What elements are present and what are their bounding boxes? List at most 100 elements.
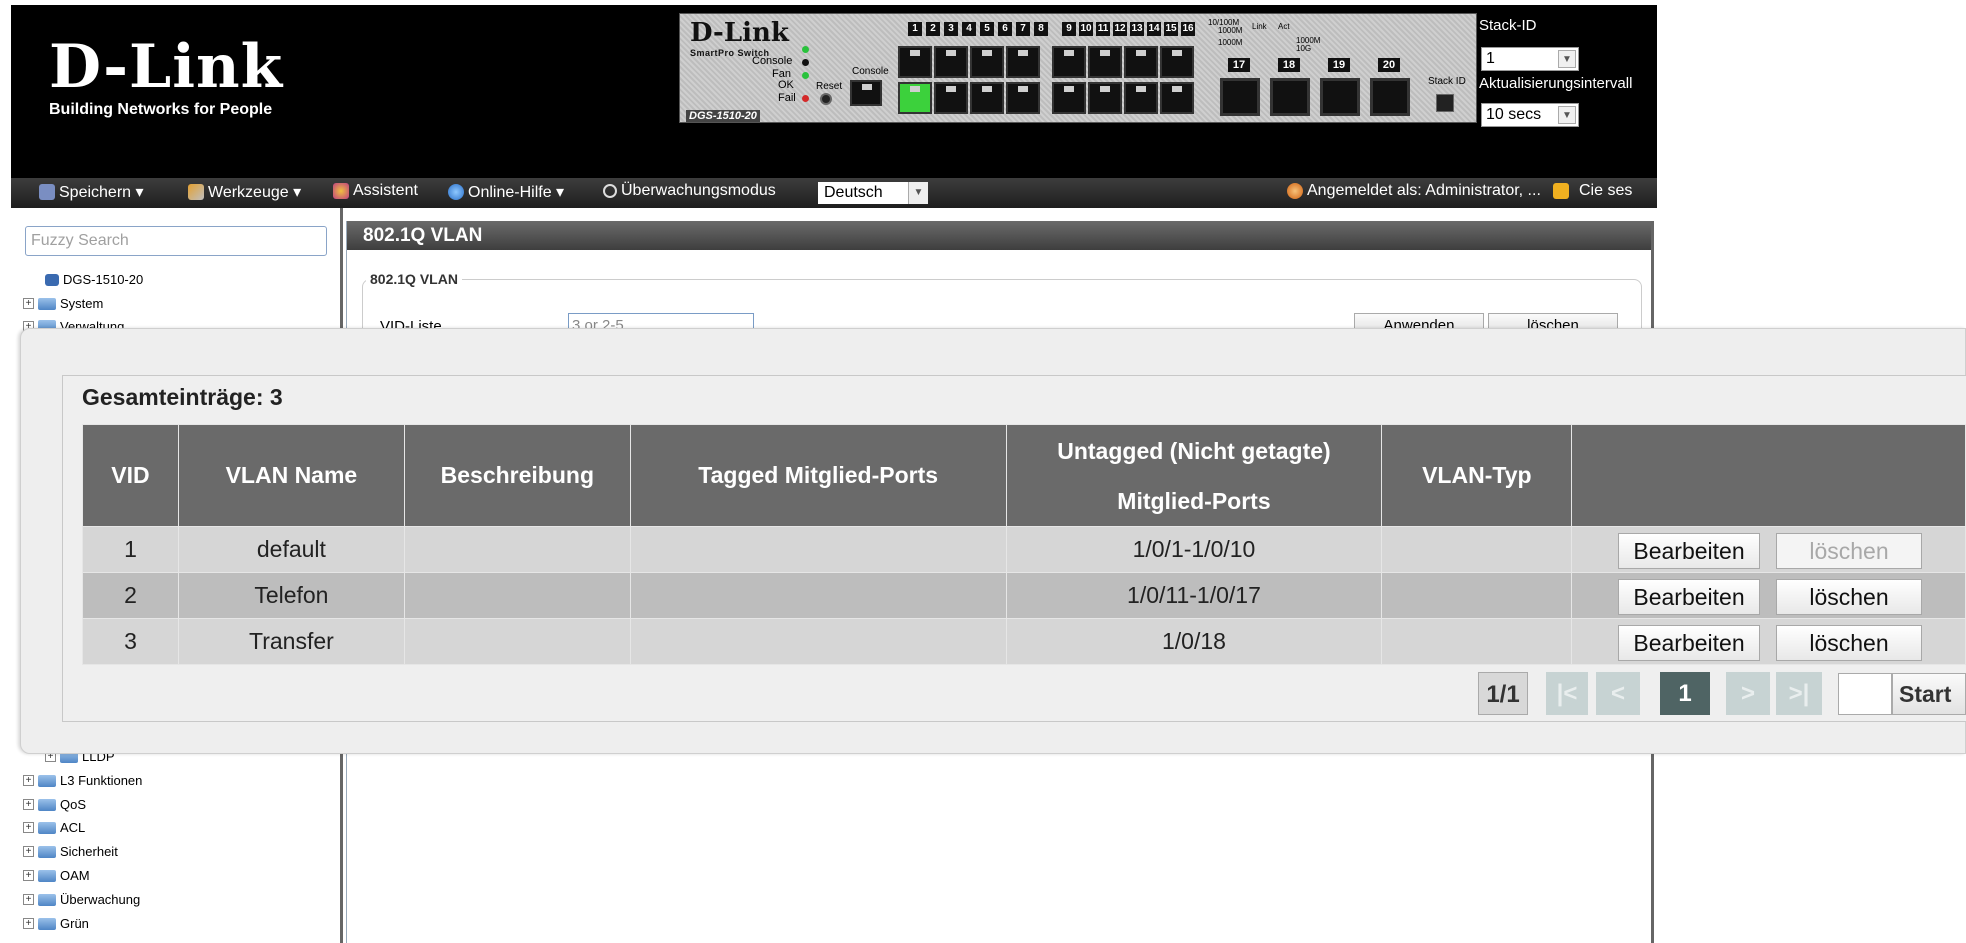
edit-button-row-1[interactable]: Bearbeiten: [1618, 533, 1760, 569]
port-num-16: 16: [1181, 22, 1195, 36]
col-untagged-line2: Mitglied-Ports: [1117, 487, 1271, 514]
tree-item-qos[interactable]: + QoS: [23, 797, 86, 812]
go-start-button[interactable]: Start: [1892, 673, 1966, 715]
cell-untagged: 1/0/18: [1005, 618, 1383, 665]
led-label-fail: Fail: [778, 92, 796, 104]
port-num-3: 3: [944, 22, 958, 36]
prev-page-button[interactable]: <: [1596, 672, 1640, 715]
expand-icon: +: [23, 918, 34, 929]
tree-device-label: DGS-1510-20: [63, 272, 144, 287]
edit-button-row-2[interactable]: Bearbeiten: [1618, 579, 1760, 615]
logged-in-info: Angemeldet als: Administrator, ...: [1287, 182, 1541, 200]
port-num-15: 15: [1164, 22, 1178, 36]
legend-sfp-speed-2: 10G: [1296, 44, 1312, 53]
next-page-button[interactable]: >: [1726, 672, 1770, 715]
delete-button-row-3[interactable]: löschen: [1776, 625, 1922, 661]
cell-untagged: 1/0/11-1/0/17: [1005, 572, 1383, 619]
port-num-4: 4: [962, 22, 976, 36]
port-num-9: 9: [1062, 22, 1076, 36]
language-select[interactable]: Deutsch ▼: [818, 182, 928, 204]
fan-led: [802, 72, 809, 79]
menu-wizard-label: Assistent: [353, 182, 418, 199]
cell-vid: 2: [82, 572, 179, 619]
cell-tagged: [629, 572, 1007, 619]
port-num-11: 11: [1096, 22, 1110, 36]
current-page-button[interactable]: 1: [1660, 672, 1710, 715]
folder-icon: [38, 893, 56, 906]
logged-in-label: Angemeldet als: Administrator, ...: [1307, 182, 1541, 199]
port-16: [1160, 82, 1194, 114]
dlink-logo: D-Link Building Networks for People: [49, 37, 283, 119]
first-page-button[interactable]: |<: [1546, 672, 1588, 715]
tree-label-system: System: [60, 296, 104, 311]
menu-online-help[interactable]: Online-Hilfe ▾: [448, 182, 564, 202]
port-11: [1088, 46, 1122, 78]
tree-device[interactable]: DGS-1510-20: [45, 272, 143, 287]
tree-item-security[interactable]: + Sicherheit: [23, 844, 118, 859]
menu-help-label: Online-Hilfe ▾: [468, 184, 565, 201]
page-title: 802.1Q VLAN: [347, 221, 1651, 250]
port-6: [970, 82, 1004, 114]
port-4: [934, 82, 968, 114]
folder-icon: [38, 297, 56, 310]
reset-button-icon: [820, 93, 832, 105]
cell-tagged: [629, 526, 1007, 573]
expand-icon: +: [23, 846, 34, 857]
sfp-num-17: 17: [1228, 58, 1250, 72]
logout-link[interactable]: Cie ses: [1553, 182, 1632, 200]
cell-tagged: [629, 618, 1007, 665]
port-7: [1006, 46, 1040, 78]
menu-bar: Speichern ▾ Werkzeuge ▾ Assistent Online…: [11, 178, 1657, 208]
folder-icon: [38, 917, 56, 930]
port-num-7: 7: [1016, 22, 1030, 36]
fuzzy-search-input[interactable]: Fuzzy Search: [25, 226, 327, 256]
port-num-14: 14: [1147, 22, 1161, 36]
sfp-num-19: 19: [1328, 58, 1350, 72]
tree-item-oam[interactable]: + OAM: [23, 868, 90, 883]
legend-speed-3: 1000M: [1218, 38, 1243, 47]
menu-wizard[interactable]: Assistent: [333, 182, 418, 200]
tree-label-acl: ACL: [60, 820, 86, 835]
power-led: [802, 46, 809, 53]
tree-item-acl[interactable]: + ACL: [23, 820, 85, 835]
sfp-port-18: [1270, 78, 1310, 116]
language-value: Deutsch: [824, 184, 883, 201]
refresh-interval-select[interactable]: 10 secs ▼: [1481, 103, 1579, 127]
stack-settings: Stack-ID 1 ▼ Aktualisierungsintervall 10…: [1477, 13, 1665, 127]
menu-tools[interactable]: Werkzeuge ▾: [188, 182, 301, 202]
tree-label-green: Grün: [60, 916, 89, 931]
menu-save[interactable]: Speichern ▾: [39, 182, 144, 202]
cell-description: [403, 618, 631, 665]
tree-item-green[interactable]: + Grün: [23, 916, 89, 931]
last-page-button[interactable]: >|: [1776, 672, 1822, 715]
led-label-console: Console: [752, 55, 793, 67]
stack-id-select[interactable]: 1 ▼: [1481, 47, 1579, 71]
monitor-icon: [603, 184, 617, 198]
sfp-port-20: [1370, 78, 1410, 116]
stack-id-panel-label: Stack ID: [1428, 76, 1466, 87]
expand-icon: +: [23, 822, 34, 833]
expand-icon: +: [23, 870, 34, 881]
cell-description: [403, 572, 631, 619]
switch-front-panel: D-Link SmartPro Switch DGS-1510-20 Conso…: [679, 13, 1477, 123]
tree-item-system[interactable]: + System: [23, 296, 103, 311]
cell-name: default: [177, 526, 405, 573]
tree-label-oam: OAM: [60, 868, 90, 883]
tree-item-monitoring[interactable]: + Überwachung: [23, 892, 140, 907]
sfp-port-19: [1320, 78, 1360, 116]
cell-name: Telefon: [177, 572, 405, 619]
col-untagged-line1: Untagged (Nicht getagte): [1057, 437, 1331, 464]
legend-speed-2: 1000M: [1218, 26, 1243, 35]
fail-led: [802, 95, 809, 102]
menu-monitor-mode[interactable]: Überwachungsmodus: [603, 182, 776, 200]
user-icon: [1287, 183, 1303, 199]
tree-item-l3[interactable]: + L3 Funktionen: [23, 773, 142, 788]
console-led: [802, 59, 809, 66]
menu-tools-label: Werkzeuge ▾: [208, 184, 302, 201]
delete-button-row-2[interactable]: löschen: [1776, 579, 1922, 615]
page-number-input[interactable]: [1838, 673, 1892, 715]
edit-button-row-3[interactable]: Bearbeiten: [1618, 625, 1760, 661]
expand-icon: +: [23, 894, 34, 905]
port-12: [1088, 82, 1122, 114]
port-3: [934, 46, 968, 78]
